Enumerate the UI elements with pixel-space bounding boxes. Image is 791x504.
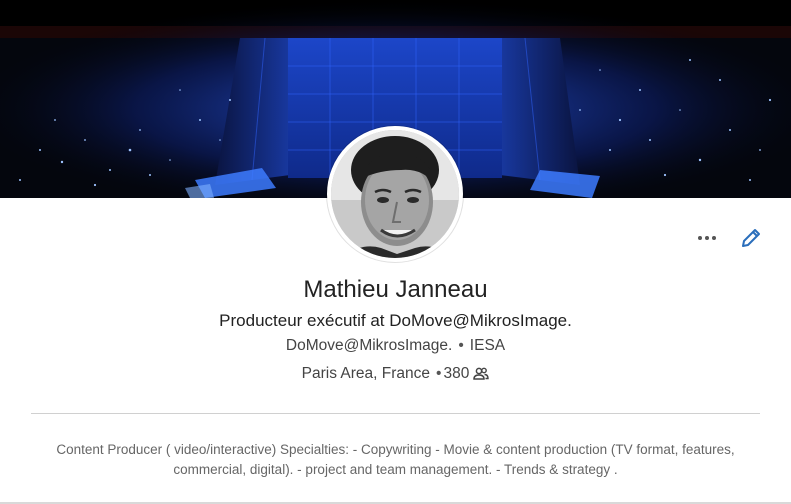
profile-card: Mathieu Janneau Producteur exécutif at D… [0,0,791,504]
profile-photo[interactable] [327,126,463,262]
connections-count[interactable]: 380 [443,365,469,383]
location-line: Paris Area, France • 380 [0,365,791,383]
profile-name: Mathieu Janneau [303,276,488,303]
company-link[interactable]: DoMove@MikrosImage. [286,337,452,354]
location-text: Paris Area, France [301,365,431,382]
profile-summary: Content Producer ( video/interactive) Sp… [56,442,735,477]
separator-dot: • [458,337,464,354]
more-dot [705,236,709,240]
more-actions-button[interactable] [692,226,722,250]
more-horizontal-icon [698,236,702,240]
profile-headline: Producteur exécutif at DoMove@MikrosImag… [219,311,572,330]
more-dot [712,236,716,240]
section-divider [31,413,760,414]
pencil-icon [742,229,760,247]
separator-dot: • [436,365,442,382]
edit-profile-button[interactable] [737,224,765,252]
school-link[interactable]: IESA [470,337,505,354]
people-icon [473,367,490,381]
current-position-line: DoMove@MikrosImage. • IESA [0,337,791,355]
